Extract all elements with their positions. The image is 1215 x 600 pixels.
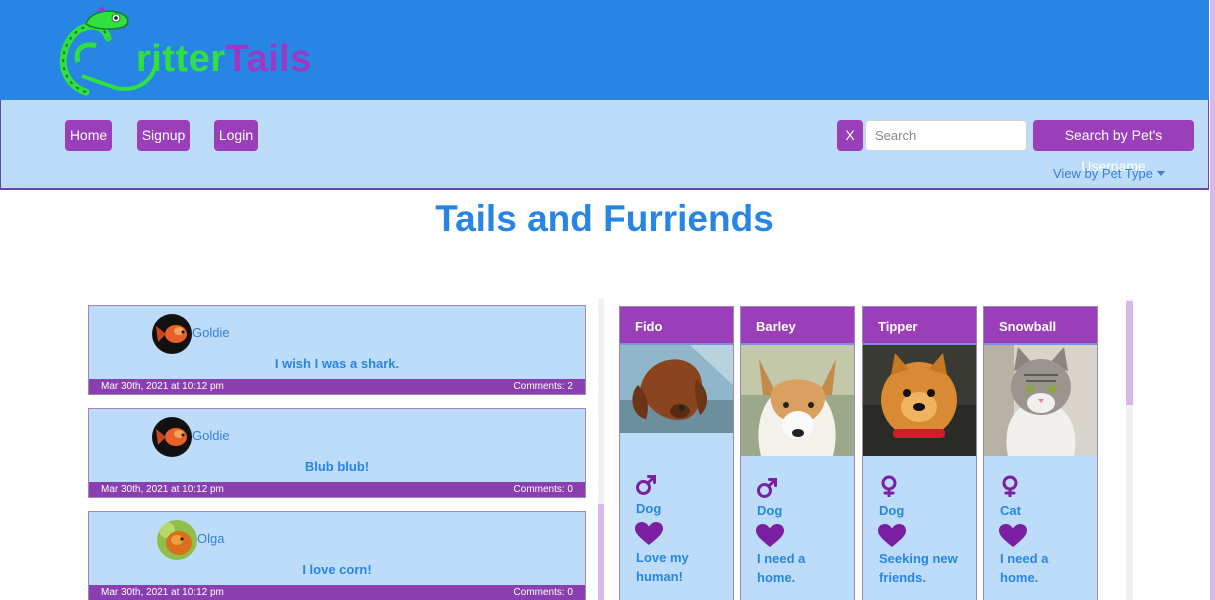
post-footer: Mar 30th, 2021 at 10:12 pm Comments: 0	[89, 585, 585, 600]
pomeranian-photo	[863, 345, 976, 456]
post-date: Mar 30th, 2021 at 10:12 pm	[101, 381, 224, 392]
pet-card-tipper[interactable]: Tipper Dog Seeking new friends.	[862, 306, 977, 600]
pet-type: Dog	[757, 503, 783, 518]
post-text: I love corn!	[302, 562, 372, 577]
page-title: Tails and Furriends	[435, 198, 774, 239]
caret-down-icon	[1156, 171, 1165, 176]
logo-text-green: ritter	[136, 38, 226, 80]
logo-wordmark: ritterTails	[136, 38, 312, 81]
pets-scrollbar[interactable]	[1126, 299, 1133, 600]
search-by-username-button[interactable]: Search by Pet's Username	[1033, 120, 1194, 174]
nav-bar: Home Signup Login X Search by Pet's User…	[0, 100, 1209, 190]
post-text: I wish I was a shark.	[274, 356, 400, 371]
post-footer: Mar 30th, 2021 at 10:12 pm Comments: 0	[89, 482, 585, 497]
pet-type: Dog	[879, 503, 905, 518]
brown-dog-photo	[620, 345, 733, 433]
view-by-pet-type-dropdown[interactable]: View by Pet Type	[1053, 166, 1165, 181]
male-icon	[757, 478, 777, 498]
pet-type: Cat	[1000, 503, 1021, 518]
female-icon	[1002, 475, 1018, 497]
white-dog-photo	[741, 345, 854, 456]
post-date: Mar 30th, 2021 at 10:12 pm	[101, 587, 224, 598]
heart-icon[interactable]	[878, 524, 906, 548]
female-icon	[881, 475, 897, 497]
post-comments-count[interactable]: Comments: 2	[514, 379, 573, 394]
site-logo[interactable]: ritterTails	[56, 4, 311, 96]
pet-description: Love my human!	[636, 550, 689, 584]
pet-name: Barley	[741, 307, 854, 345]
home-button[interactable]: Home	[65, 120, 112, 151]
pet-type: Dog	[636, 501, 662, 516]
post-text: Blub blub!	[304, 459, 370, 474]
logo-text-purple: Tails	[225, 38, 312, 80]
post-comments-count[interactable]: Comments: 0	[514, 585, 573, 600]
pet-name: Tipper	[863, 307, 976, 345]
posts-scrollbar-thumb[interactable]	[598, 504, 604, 600]
pet-description: I need a home.	[757, 551, 806, 585]
heart-icon[interactable]	[635, 522, 663, 546]
posts-scrollbar[interactable]	[598, 299, 604, 600]
search-input[interactable]	[865, 120, 1027, 151]
post-username[interactable]: Goldie	[192, 325, 230, 340]
signup-button[interactable]: Signup	[137, 120, 190, 151]
male-icon	[636, 475, 656, 495]
header-bar: ritterTails	[0, 0, 1209, 101]
pet-name: Snowball	[984, 307, 1097, 345]
goldfish-avatar[interactable]	[152, 314, 192, 354]
pet-name: Fido	[620, 307, 733, 345]
pet-card-fido[interactable]: Fido Dog Love my human!	[619, 306, 734, 600]
login-button[interactable]: Login	[214, 120, 258, 151]
post-card[interactable]: Goldie I wish I was a shark. Mar 30th, 2…	[88, 305, 586, 395]
post-card[interactable]: Goldie Blub blub! Mar 30th, 2021 at 10:1…	[88, 408, 586, 498]
post-footer: Mar 30th, 2021 at 10:12 pm Comments: 2	[89, 379, 585, 394]
post-username[interactable]: Goldie	[192, 428, 230, 443]
view-by-pet-type-label: View by Pet Type	[1053, 166, 1153, 181]
heart-icon[interactable]	[756, 524, 784, 548]
goldfish-avatar[interactable]	[152, 417, 192, 457]
post-card[interactable]: Olga I love corn! Mar 30th, 2021 at 10:1…	[88, 511, 586, 600]
post-date: Mar 30th, 2021 at 10:12 pm	[101, 484, 224, 495]
pet-card-snowball[interactable]: Snowball Cat I need a home.	[983, 306, 1098, 600]
clear-search-button[interactable]: X	[837, 120, 863, 151]
posts-feed: Goldie I wish I was a shark. Mar 30th, 2…	[88, 305, 586, 600]
post-username[interactable]: Olga	[197, 531, 224, 546]
pet-card-barley[interactable]: Barley Dog I need a home.	[740, 306, 855, 600]
pets-scrollbar-thumb[interactable]	[1126, 301, 1133, 405]
page-edge	[1210, 0, 1215, 600]
orange-pet-avatar[interactable]	[157, 520, 197, 560]
post-comments-count[interactable]: Comments: 0	[514, 482, 573, 497]
tabby-cat-photo	[984, 345, 1097, 456]
pet-description: Seeking new friends.	[879, 551, 958, 585]
pet-description: I need a home.	[1000, 551, 1049, 585]
heart-icon[interactable]	[999, 524, 1027, 548]
